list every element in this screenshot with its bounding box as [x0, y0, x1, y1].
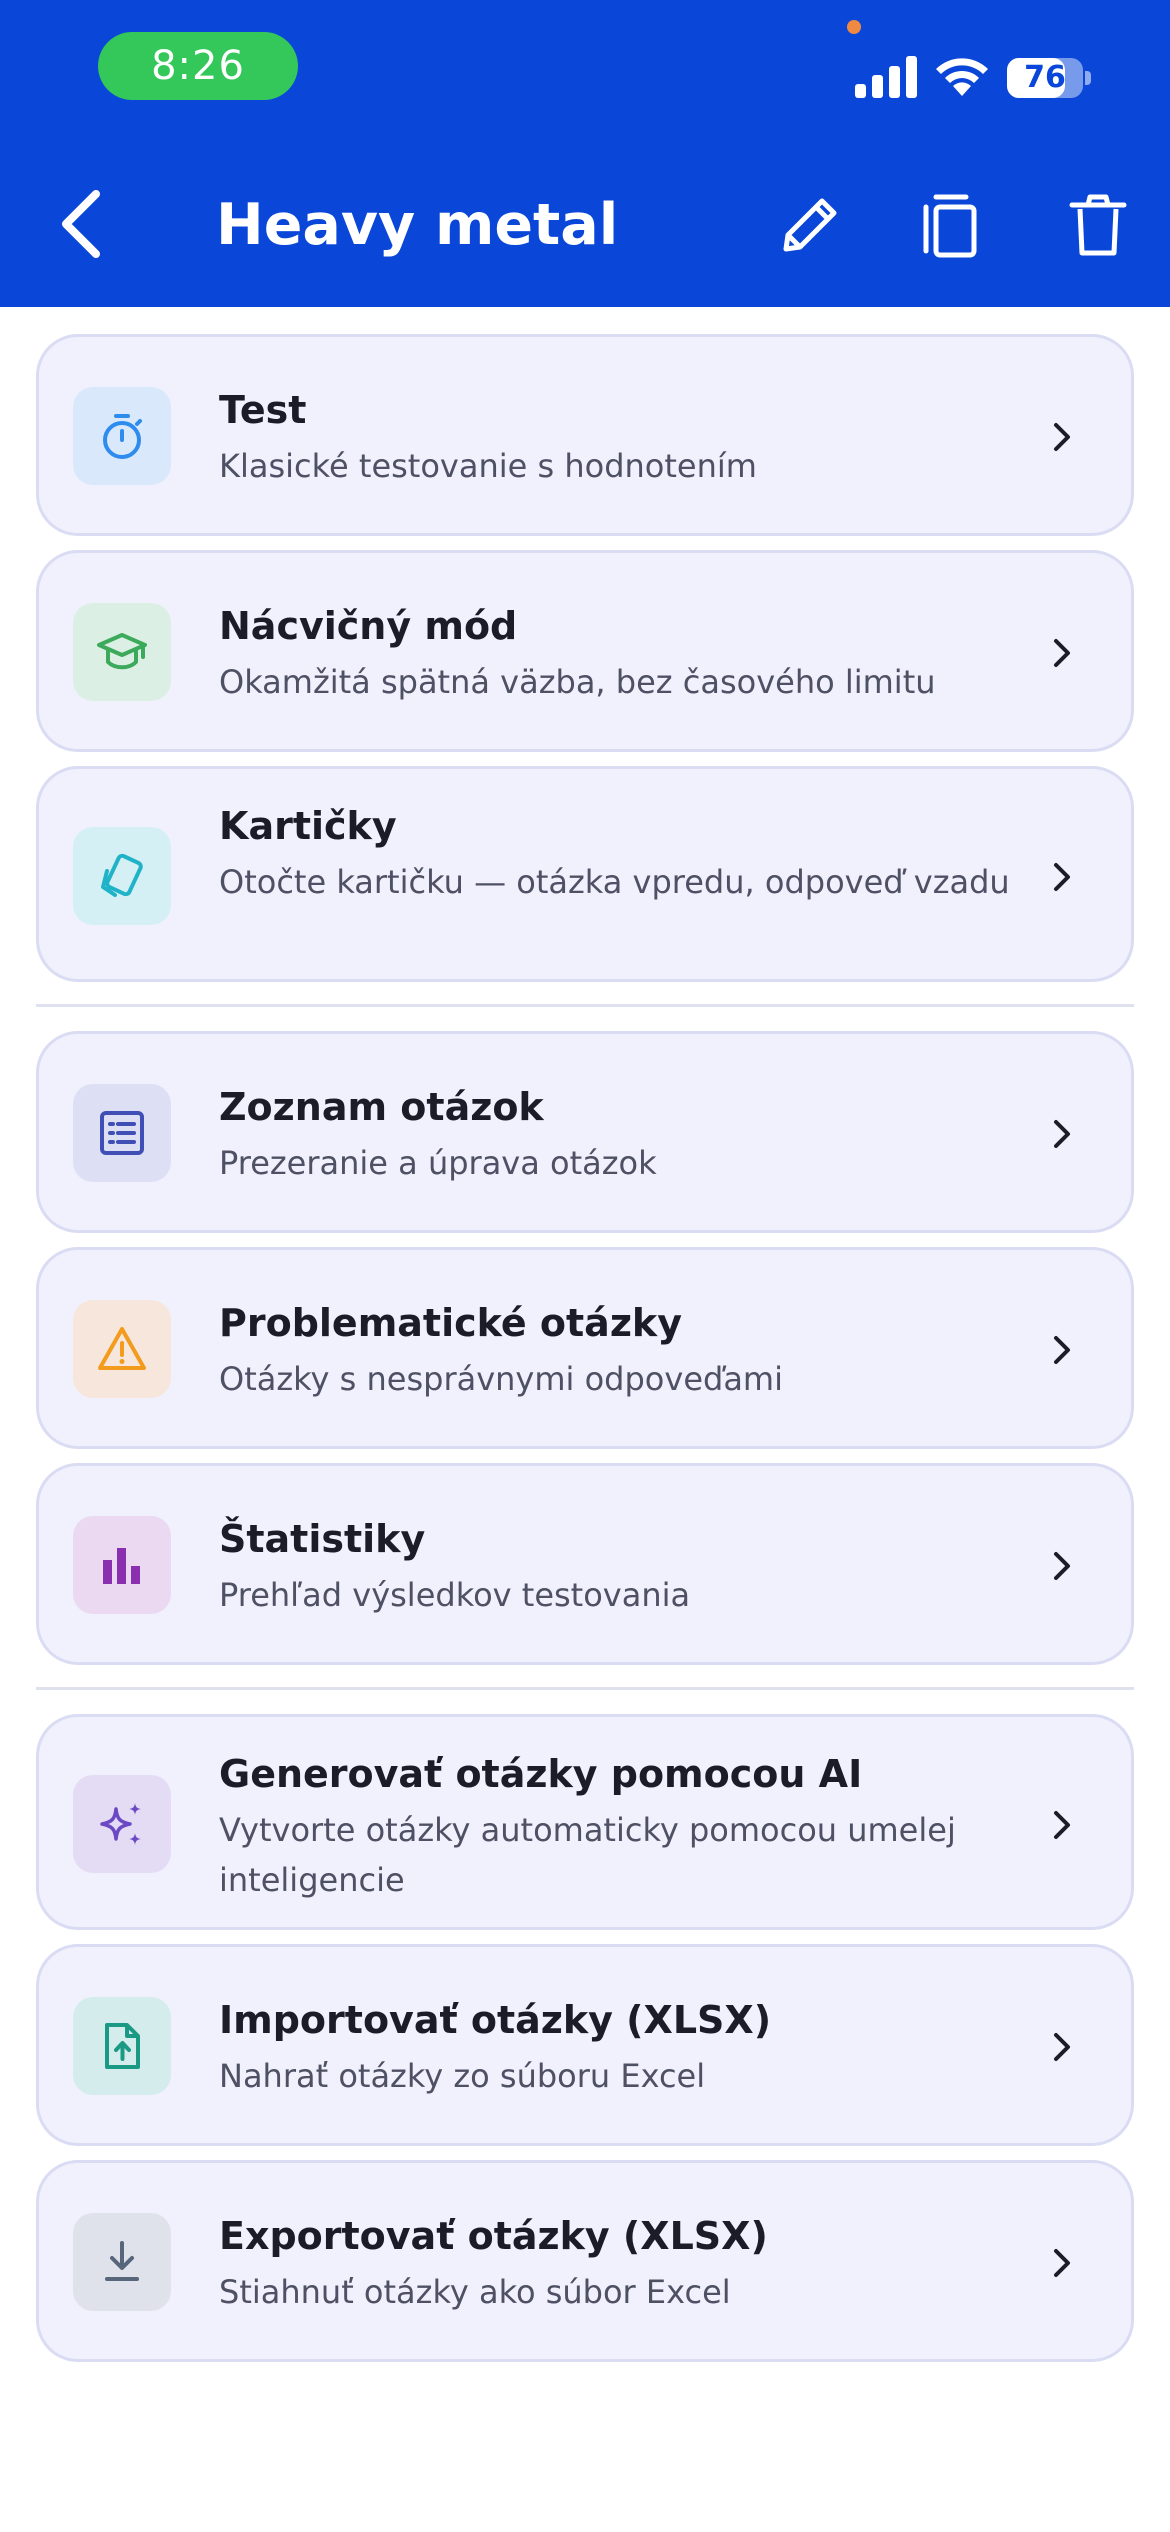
- flashcards-icon: [101, 853, 143, 897]
- menu-item-test[interactable]: Test Klasické testovanie s hodnotením: [36, 334, 1134, 536]
- menu-item-flashcards[interactable]: Kartičky Otočte kartičku — otázka vpredu…: [36, 766, 1134, 982]
- menu-item-title: Generovať otázky pomocou AI: [219, 1752, 863, 1796]
- list-icon: [100, 1111, 144, 1155]
- menu-item-title: Test: [219, 388, 307, 432]
- menu-item-subtitle: Prezeranie a úprava otázok: [219, 1144, 657, 1182]
- delete-button[interactable]: [1058, 185, 1138, 265]
- chevron-right-icon: [1054, 863, 1070, 891]
- stopwatch-icon: [103, 414, 142, 459]
- menu-item-title: Zoznam otázok: [219, 1085, 544, 1129]
- menu-item-export-xlsx[interactable]: Exportovať otázky (XLSX) Stiahnuť otázky…: [36, 2160, 1134, 2362]
- page-title: Heavy metal: [216, 192, 619, 258]
- menu-item-import-xlsx[interactable]: Importovať otázky (XLSX) Nahrať otázky z…: [36, 1944, 1134, 2146]
- graduation-cap-icon: [97, 633, 147, 670]
- menu-item-generate-ai[interactable]: Generovať otázky pomocou AI Vytvorte otá…: [36, 1714, 1134, 1930]
- copy-icon: [923, 194, 977, 258]
- menu-item-question-list[interactable]: Zoznam otázok Prezeranie a úprava otázok: [36, 1031, 1134, 1233]
- chevron-right-icon: [1054, 1120, 1070, 1148]
- menu-item-title: Importovať otázky (XLSX): [219, 1998, 772, 2042]
- sparkles-icon: [100, 1803, 141, 1845]
- menu-item-title: Štatistiky: [219, 1517, 426, 1561]
- section-divider: [36, 1687, 1134, 1690]
- chevron-right-icon: [1054, 639, 1070, 667]
- trash-icon: [1069, 194, 1127, 256]
- back-button[interactable]: [52, 180, 112, 268]
- battery-icon: 76: [1007, 58, 1091, 98]
- chevron-right-icon: [1054, 2249, 1070, 2277]
- pencil-icon: [783, 198, 837, 252]
- edit-button[interactable]: [770, 185, 850, 265]
- file-upload-icon: [105, 2023, 140, 2069]
- battery-percent: 76: [1024, 60, 1066, 95]
- status-time: 8:26: [98, 32, 298, 100]
- menu-item-subtitle: Okamžitá spätná väzba, bez časového limi…: [219, 663, 936, 701]
- chevron-right-icon: [1054, 423, 1070, 451]
- section-divider: [36, 1004, 1134, 1007]
- menu-item-statistics[interactable]: Štatistiky Prehľad výsledkov testovania: [36, 1463, 1134, 1665]
- menu-item-practice-mode[interactable]: Nácvičný mód Okamžitá spätná väzba, bez …: [36, 550, 1134, 752]
- menu-item-subtitle: Prehľad výsledkov testovania: [219, 1576, 691, 1614]
- menu-item-problem-questions[interactable]: Problematické otázky Otázky s nesprávnym…: [36, 1247, 1134, 1449]
- menu-item-subtitle: Stiahnuť otázky ako súbor Excel: [219, 2273, 731, 2311]
- chevron-right-icon: [1054, 1552, 1070, 1580]
- download-icon: [105, 2241, 139, 2281]
- menu-item-subtitle: Vytvorte otázky automaticky pomocou umel…: [219, 1811, 956, 1899]
- warning-icon: [98, 1327, 146, 1370]
- menu-item-subtitle: Klasické testovanie s hodnotením: [219, 447, 757, 485]
- chevron-right-icon: [1054, 2033, 1070, 2061]
- chevron-left-icon: [62, 190, 100, 258]
- menu-item-title: Nácvičný mód: [219, 604, 518, 648]
- menu-item-title: Problematické otázky: [219, 1301, 682, 1345]
- menu-item-title: Kartičky: [219, 804, 397, 848]
- bar-chart-icon: [103, 1548, 140, 1584]
- camera-indicator-dot: [847, 20, 861, 34]
- menu-list: Test Klasické testovanie s hodnotením Ná…: [36, 334, 1134, 2376]
- menu-item-subtitle: Otočte kartičku — otázka vpredu, odpoveď…: [219, 863, 1010, 901]
- chevron-right-icon: [1054, 1336, 1070, 1364]
- status-bar: 8:26 76: [0, 0, 1170, 140]
- app-header: 8:26 76 Heavy metal: [0, 0, 1170, 307]
- duplicate-button[interactable]: [912, 185, 992, 265]
- wifi-icon: [936, 58, 988, 96]
- menu-item-title: Exportovať otázky (XLSX): [219, 2214, 768, 2258]
- menu-item-subtitle: Nahrať otázky zo súboru Excel: [219, 2057, 706, 2095]
- menu-item-subtitle: Otázky s nesprávnymi odpoveďami: [219, 1360, 783, 1398]
- cellular-signal-icon: [855, 56, 917, 98]
- chevron-right-icon: [1054, 1811, 1070, 1839]
